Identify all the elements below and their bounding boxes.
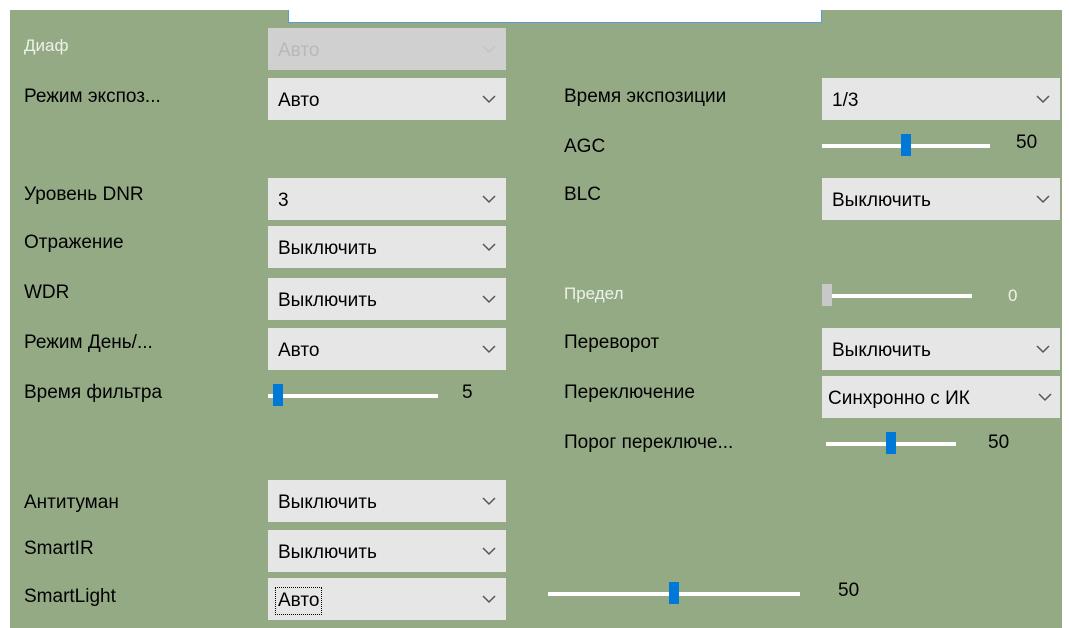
chevron-down-icon <box>480 590 498 608</box>
flip-value: Выключить <box>832 340 931 361</box>
mirror-select[interactable]: Выключить <box>268 226 506 268</box>
flip-select[interactable]: Выключить <box>822 328 1060 370</box>
switch-value: Синхронно с ИК <box>828 388 970 409</box>
blc-value: Выключить <box>832 190 931 211</box>
smartlight-slider[interactable] <box>548 582 800 606</box>
switch-threshold-value: 50 <box>988 432 1010 453</box>
chevron-down-icon <box>480 492 498 510</box>
smartlight-value: Авто <box>274 587 323 615</box>
chevron-down-icon <box>480 40 498 58</box>
chevron-down-icon <box>480 90 498 108</box>
image-settings-panel: Диаф Авто Режим экспоз... Авто Уровень D… <box>10 10 1062 628</box>
day-night-select[interactable]: Авто <box>268 328 506 370</box>
exposure-time-select[interactable]: 1/3 <box>822 78 1060 120</box>
chevron-down-icon <box>1036 388 1054 406</box>
day-night-label: Режим День/... <box>24 332 153 353</box>
wdr-select[interactable]: Выключить <box>268 278 506 320</box>
blc-select[interactable]: Выключить <box>822 178 1060 220</box>
agc-slider[interactable] <box>822 134 990 158</box>
defog-select[interactable]: Выключить <box>268 480 506 522</box>
exposure-mode-label: Режим экспоз... <box>24 86 161 107</box>
chevron-down-icon <box>480 340 498 358</box>
smartir-value: Выключить <box>278 542 377 563</box>
dnr-level-select[interactable]: 3 <box>268 178 506 220</box>
switch-threshold-slider[interactable] <box>826 432 956 456</box>
wdr-label: WDR <box>24 282 70 303</box>
limit-value: 0 <box>1008 286 1018 305</box>
slider-thumb[interactable] <box>669 582 679 604</box>
switch-select[interactable]: Синхронно с ИК <box>822 376 1060 418</box>
filter-time-label: Время фильтра <box>24 382 163 403</box>
mirror-label: Отражение <box>24 232 124 253</box>
limit-label: Предел <box>564 284 624 303</box>
mirror-value: Выключить <box>278 238 377 259</box>
agc-value: 50 <box>1016 132 1038 153</box>
exposure-time-label: Время экспозиции <box>564 86 727 107</box>
chevron-down-icon <box>1034 340 1052 358</box>
switch-threshold-label: Порог переключе... <box>564 432 734 453</box>
smartir-select[interactable]: Выключить <box>268 530 506 572</box>
smartlight-slider-value: 50 <box>838 580 860 601</box>
dnr-level-label: Уровень DNR <box>24 184 144 205</box>
blc-label: BLC <box>564 184 601 205</box>
iris-label: Диаф <box>24 36 69 55</box>
dnr-level-value: 3 <box>278 190 289 211</box>
chevron-down-icon <box>1034 90 1052 108</box>
slider-thumb[interactable] <box>901 134 911 156</box>
switch-label: Переключение <box>564 382 695 403</box>
filter-time-slider[interactable] <box>268 384 438 408</box>
limit-slider[interactable] <box>822 284 972 308</box>
smartlight-label: SmartLight <box>24 586 116 607</box>
exposure-time-value: 1/3 <box>832 90 859 111</box>
slider-track <box>268 394 438 398</box>
chevron-down-icon <box>1034 190 1052 208</box>
smartir-label: SmartIR <box>24 538 94 559</box>
agc-label: AGC <box>564 136 606 157</box>
exposure-mode-select[interactable]: Авто <box>268 78 506 120</box>
day-night-value: Авто <box>278 340 320 361</box>
slider-thumb[interactable] <box>886 432 896 454</box>
top-frame <box>288 10 822 23</box>
smartlight-select[interactable]: Авто <box>268 578 506 620</box>
chevron-down-icon <box>480 190 498 208</box>
slider-thumb[interactable] <box>273 384 283 406</box>
iris-value: Авто <box>278 40 320 61</box>
chevron-down-icon <box>480 290 498 308</box>
chevron-down-icon <box>480 542 498 560</box>
defog-value: Выключить <box>278 492 377 513</box>
iris-select[interactable]: Авто <box>268 28 506 70</box>
exposure-mode-value: Авто <box>278 90 320 111</box>
wdr-value: Выключить <box>278 290 377 311</box>
slider-thumb[interactable] <box>822 284 832 306</box>
slider-track <box>822 294 972 298</box>
defog-label: Антитуман <box>24 492 119 513</box>
filter-time-value: 5 <box>462 382 473 403</box>
chevron-down-icon <box>480 238 498 256</box>
flip-label: Переворот <box>564 332 660 353</box>
